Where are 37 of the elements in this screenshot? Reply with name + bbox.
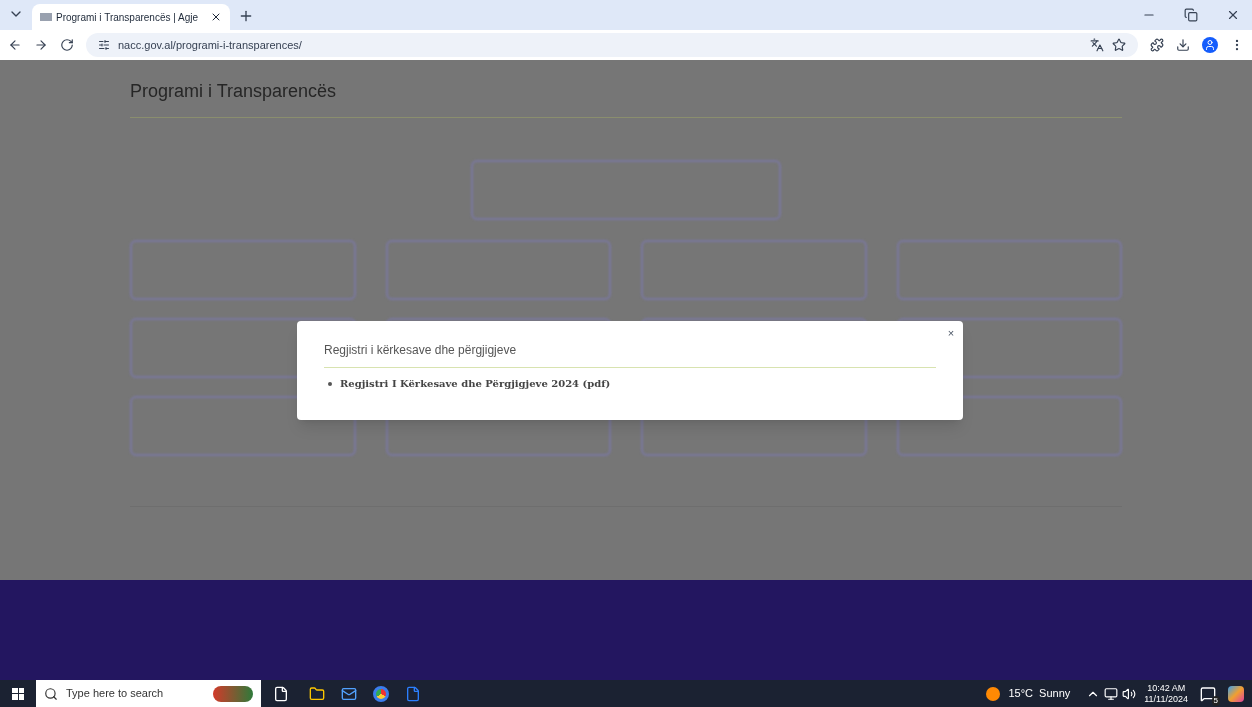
translate-icon[interactable]	[1090, 38, 1104, 52]
file-icon[interactable]	[273, 685, 289, 702]
download-icon[interactable]	[1176, 38, 1190, 52]
notifications-icon[interactable]	[1200, 685, 1216, 702]
folder-icon[interactable]	[309, 685, 325, 702]
windows-start-icon[interactable]	[12, 687, 24, 700]
site-info-icon[interactable]	[98, 39, 110, 51]
profile-icon[interactable]	[1202, 37, 1218, 53]
pdf-link[interactable]: Regjistri I Kërkesave dhe Përgjigjeve 2024 (pdf)	[340, 376, 611, 391]
site-favicon-icon	[40, 13, 52, 21]
search-field[interactable]: Type here to search	[36, 680, 261, 707]
browser-icon[interactable]	[373, 685, 389, 702]
notification-count: 5	[1211, 695, 1220, 706]
clock[interactable]: 10:42 AM 11/11/2024	[1144, 682, 1188, 705]
bookmark-star-icon[interactable]	[1112, 38, 1126, 52]
search-icon	[44, 686, 58, 701]
extensions-icon[interactable]	[1150, 38, 1164, 52]
bullet-icon	[328, 381, 332, 386]
back-icon[interactable]	[8, 38, 22, 52]
mail-icon[interactable]	[341, 685, 357, 702]
address-bar[interactable]: nacc.gov.al/programi-i-transparences/	[86, 33, 1138, 57]
network-icon[interactable]	[1104, 686, 1119, 701]
sun-icon	[986, 686, 1001, 701]
close-icon[interactable]	[1226, 8, 1240, 22]
modal-title: Regjistri i kërkesave dhe përgjigjeve	[324, 342, 518, 359]
forward-icon[interactable]	[34, 38, 48, 52]
document-icon[interactable]	[405, 685, 421, 702]
search-placeholder: Type here to search	[66, 686, 165, 702]
reload-icon[interactable]	[60, 38, 74, 52]
tab-title: Programi i Transparencës | Agje	[56, 10, 199, 25]
page-title: Programi i Transparencës	[130, 80, 337, 103]
url-text: nacc.gov.al/programi-i-transparences/	[118, 37, 303, 53]
close-button[interactable]: ×	[943, 325, 959, 341]
restore-icon[interactable]	[1184, 8, 1198, 22]
weather-text[interactable]: 15°C Sunny	[1008, 685, 1071, 702]
volume-icon[interactable]	[1122, 686, 1137, 701]
browser-tab[interactable]: Programi i Transparencës | Agje	[32, 4, 231, 30]
